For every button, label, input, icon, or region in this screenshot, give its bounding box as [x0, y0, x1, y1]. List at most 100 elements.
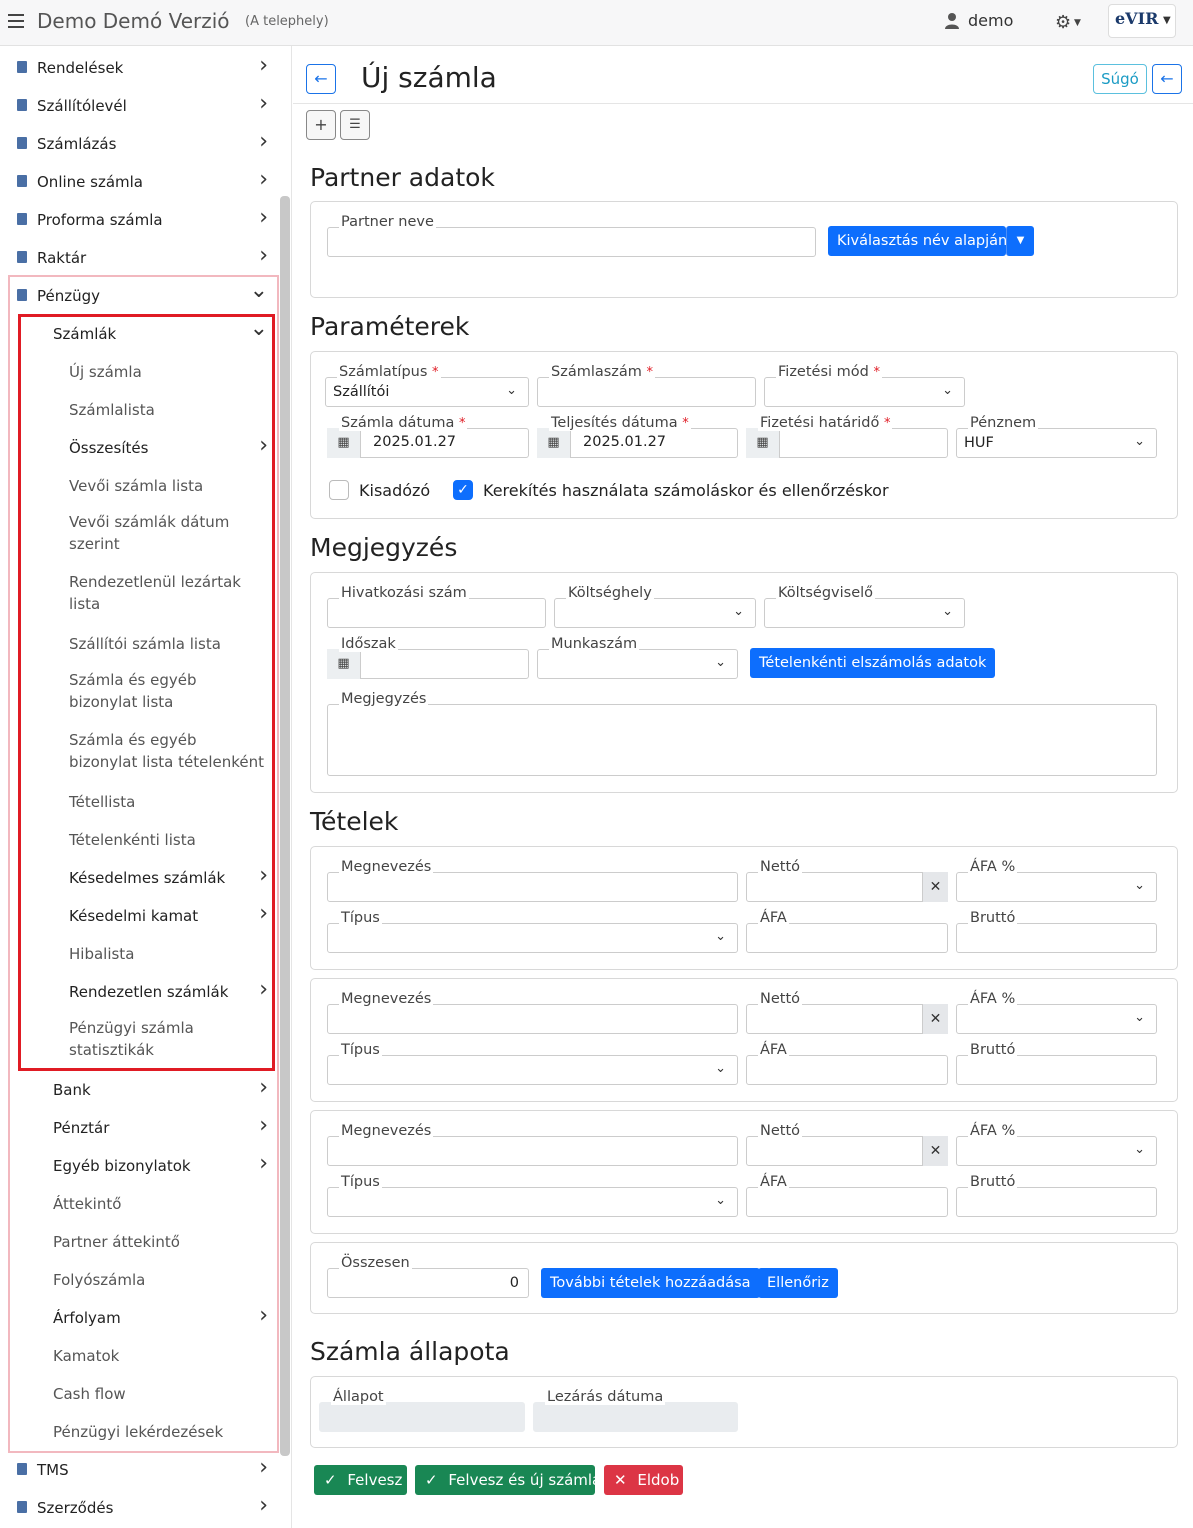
help-button[interactable]: Súgó: [1093, 64, 1147, 94]
item-vat-field[interactable]: ÁFA: [746, 1174, 948, 1217]
sidebar-item-1[interactable]: Szállítólevél ›: [0, 86, 280, 124]
back-button-right[interactable]: ←: [1152, 64, 1182, 94]
period-field[interactable]: ▦ Időszak: [327, 636, 529, 679]
item-name-field[interactable]: Megnevezés: [327, 859, 738, 902]
clear-icon[interactable]: ✕: [922, 1136, 948, 1166]
save-button[interactable]: ✓ Felvesz: [314, 1465, 407, 1495]
chevron-down-icon: ⌄: [1134, 878, 1145, 893]
item-vat-pct-select[interactable]: ÁFA % ⌄: [956, 859, 1157, 902]
list-icon[interactable]: ☰: [340, 110, 370, 140]
clear-icon[interactable]: ✕: [922, 1004, 948, 1034]
chevron-right-icon: ›: [259, 1455, 268, 1480]
invoice-icon: [15, 136, 29, 150]
add-icon[interactable]: +: [306, 110, 336, 140]
item-name-field[interactable]: Megnevezés: [327, 1123, 738, 1166]
sidebar-bottom-item-1[interactable]: Szerződés ›: [0, 1488, 280, 1526]
user-name[interactable]: demo: [968, 11, 1013, 30]
contract-icon: [15, 1500, 29, 1514]
evir-logo: eVIR: [1115, 9, 1159, 28]
close-icon: ✕: [614, 1471, 627, 1489]
calendar-icon: ▦: [327, 649, 361, 679]
item-card: Megnevezés Nettó ✕ ÁFA % ⌄ Típus ⌄ ÁFA Bruttó: [310, 978, 1178, 1102]
sidebar-bottom-item-0[interactable]: TMS ›: [0, 1450, 280, 1488]
select-by-name-button[interactable]: Kiválasztás név alapján: [828, 226, 1007, 256]
note-textarea[interactable]: Megjegyzés: [327, 691, 1157, 776]
back-button[interactable]: ←: [306, 64, 336, 94]
check-button[interactable]: Ellenőriz: [758, 1268, 838, 1298]
logo-dropdown[interactable]: eVIR ▼: [1108, 4, 1176, 38]
chevron-down-icon: ⌄: [506, 383, 517, 398]
cost-bearer-select[interactable]: Költségviselő ⌄: [764, 585, 965, 628]
item-vat-field[interactable]: ÁFA: [746, 910, 948, 953]
add-more-items-button[interactable]: További tételek hozzáadása: [541, 1268, 760, 1298]
chevron-right-icon: ›: [259, 1493, 268, 1518]
invoice-number-field[interactable]: Számlaszám *: [537, 364, 756, 407]
section-params-title: Paraméterek: [310, 312, 470, 341]
sidebar-item-4[interactable]: Proforma számla ›: [0, 200, 280, 238]
due-date-field[interactable]: ▦ Fizetési határidő *: [746, 415, 948, 458]
sidebar-item-2[interactable]: Számlázás ›: [0, 124, 280, 162]
document-icon: [15, 60, 29, 74]
chevron-down-icon: ⌄: [1134, 1010, 1145, 1025]
item-card: Megnevezés Nettó ✕ ÁFA % ⌄ Típus ⌄ ÁFA Bruttó: [310, 846, 1178, 970]
job-number-select[interactable]: Munkaszám ⌄: [537, 636, 738, 679]
partner-name-field[interactable]: Partner neve: [327, 214, 816, 257]
chevron-right-icon: ›: [259, 167, 268, 192]
main-content: ← Új számla Súgó ← + ☰ Partner adatok Pa…: [293, 46, 1193, 1528]
item-vat-pct-select[interactable]: ÁFA % ⌄: [956, 1123, 1157, 1166]
currency-select[interactable]: Pénznem HUF ⌄: [956, 415, 1157, 458]
sidebar-item-5[interactable]: Raktár ›: [0, 238, 280, 276]
chevron-down-icon: ⌄: [715, 929, 726, 944]
clear-icon[interactable]: ✕: [922, 872, 948, 902]
page-header: ← Új számla Súgó ←: [293, 46, 1193, 104]
cost-center-select[interactable]: Költséghely ⌄: [554, 585, 756, 628]
small-taxpayer-label: Kisadózó: [359, 481, 431, 500]
reference-number-field[interactable]: Hivatkozási szám: [327, 585, 546, 628]
sidebar-item-3[interactable]: Online számla ›: [0, 162, 280, 200]
item-type-select[interactable]: Típus ⌄: [327, 1042, 738, 1085]
page-title: Új számla: [361, 61, 497, 94]
item-net-field[interactable]: Nettó ✕: [746, 859, 948, 902]
item-type-select[interactable]: Típus ⌄: [327, 1174, 738, 1217]
invoice-date-field[interactable]: ▦ Számla dátuma * 2025.01.27: [327, 415, 529, 458]
item-type-select[interactable]: Típus ⌄: [327, 910, 738, 953]
caret-down-icon: ▼: [1163, 15, 1171, 26]
item-net-field[interactable]: Nettó ✕: [746, 1123, 948, 1166]
pin-icon: [15, 1462, 29, 1476]
chevron-right-icon: ›: [259, 129, 268, 154]
sidebar-item-0[interactable]: Rendelések ›: [0, 48, 280, 86]
invoice-type-select[interactable]: Számlatípus * Szállítói ⌄: [325, 364, 529, 407]
item-vat-field[interactable]: ÁFA: [746, 1042, 948, 1085]
discard-button[interactable]: ✕ Eldob: [604, 1465, 683, 1495]
save-and-new-button[interactable]: ✓ Felvesz és új számla: [415, 1465, 601, 1495]
state-field: Állapot: [319, 1389, 525, 1432]
item-card: Megnevezés Nettó ✕ ÁFA % ⌄ Típus ⌄ ÁFA Bruttó: [310, 1110, 1178, 1234]
payment-method-select[interactable]: Fizetési mód * ⌄: [764, 364, 965, 407]
calendar-icon: ▦: [537, 428, 571, 458]
sidebar-scrollbar[interactable]: [280, 196, 290, 1456]
section-status-title: Számla állapota: [310, 1337, 510, 1366]
gear-icon[interactable]: ⚙ ▼: [1055, 12, 1081, 33]
partner-card: Partner neve Kiválasztás név alapján ▼: [310, 201, 1178, 298]
rounding-label: Kerekítés használata számoláskor és elle…: [483, 481, 889, 500]
section-note-title: Megjegyzés: [310, 533, 458, 562]
select-dropdown-icon[interactable]: ▼: [1006, 226, 1034, 256]
calendar-icon: ▦: [327, 428, 361, 458]
item-gross-field[interactable]: Bruttó: [956, 910, 1157, 953]
status-card: Állapot Lezárás dátuma: [310, 1376, 1178, 1448]
item-gross-field[interactable]: Bruttó: [956, 1174, 1157, 1217]
item-name-field[interactable]: Megnevezés: [327, 991, 738, 1034]
close-date-field: Lezárás dátuma: [533, 1389, 738, 1432]
user-icon[interactable]: [944, 12, 960, 30]
item-net-field[interactable]: Nettó ✕: [746, 991, 948, 1034]
total-field: Összesen 0: [327, 1255, 529, 1298]
fulfillment-date-field[interactable]: ▦ Teljesítés dátuma * 2025.01.27: [537, 415, 738, 458]
chevron-down-icon: ⌄: [715, 1061, 726, 1076]
item-settlement-button[interactable]: Tételenkénti elszámolás adatok: [750, 648, 996, 678]
rounding-checkbox[interactable]: ✓: [453, 480, 473, 500]
calendar-icon: ▦: [746, 428, 780, 458]
small-taxpayer-checkbox[interactable]: [329, 480, 349, 500]
item-gross-field[interactable]: Bruttó: [956, 1042, 1157, 1085]
hamburger-menu-icon[interactable]: [8, 14, 24, 28]
item-vat-pct-select[interactable]: ÁFA % ⌄: [956, 991, 1157, 1034]
